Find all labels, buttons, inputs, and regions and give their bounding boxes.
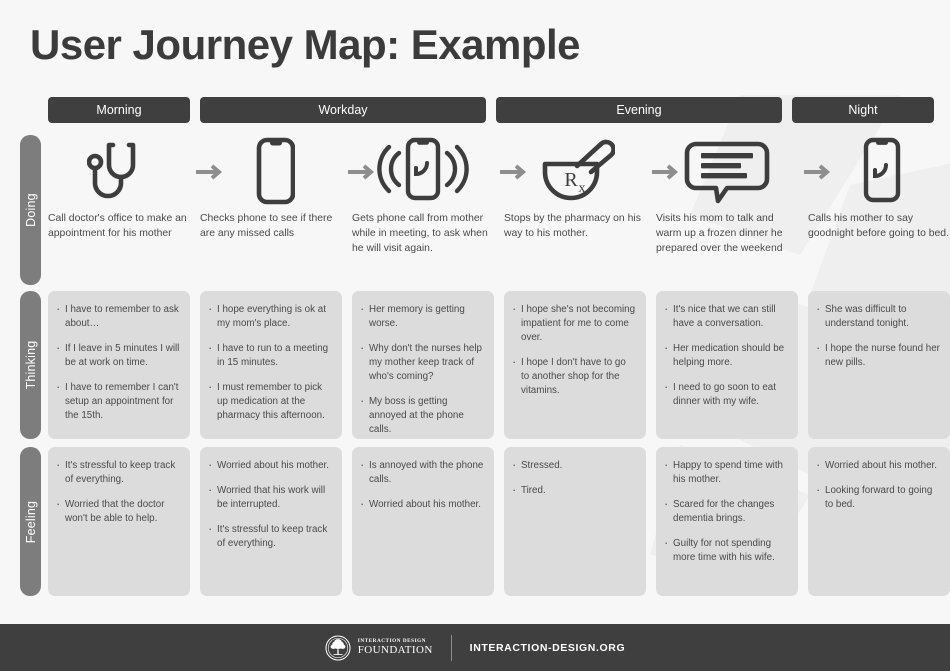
bullet-item: Worried that the doctor won't be able to…: [56, 497, 180, 526]
feeling-card-5: Happy to spend time with his mother. Scar…: [656, 447, 798, 596]
footer-url[interactable]: INTERACTION-DESIGN.ORG: [470, 642, 626, 654]
phase-header-evening[interactable]: Evening: [496, 97, 782, 123]
bullet-item: It's nice that we can still have a conve…: [664, 302, 788, 331]
bullet-item: I must remember to pick up medication at…: [208, 380, 332, 423]
idf-brand-line2: FOUNDATION: [357, 644, 433, 657]
thinking-list-6: She was difficult to understand tonight.…: [816, 302, 940, 370]
speech-bubble-icon: [656, 132, 798, 210]
thinking-list-3: Her memory is getting worse. Why don't th…: [360, 302, 484, 437]
feeling-list-5: Happy to spend time with his mother. Scar…: [664, 458, 788, 565]
doing-row: Call doctor's office to make an appointm…: [48, 132, 949, 284]
doing-text-5: Visits his mom to talk and warm up a fro…: [656, 213, 783, 254]
bullet-item: I hope I don't have to go to another sho…: [512, 355, 636, 398]
bullet-item: Guilty for not spending more time with h…: [664, 536, 788, 565]
footer-content: INTERACTION DESIGN FOUNDATION INTERACTIO…: [325, 634, 626, 661]
journey-map-page: User Journey Map: Example Morning Workda…: [0, 0, 950, 671]
bullet-item: I have to run to a meeting in 15 minutes…: [208, 341, 332, 370]
bullet-item: It's stressful to keep track of everythi…: [208, 522, 332, 551]
row-label-doing: Doing: [20, 135, 41, 285]
bullet-item: I hope she's not becoming impatient for …: [512, 302, 636, 345]
bullet-item: I hope the nurse found her new pills.: [816, 341, 940, 370]
thinking-card-4: I hope she's not becoming impatient for …: [504, 291, 646, 439]
doing-cell-1: Call doctor's office to make an appointm…: [48, 132, 190, 242]
idf-logo[interactable]: INTERACTION DESIGN FOUNDATION: [325, 634, 433, 661]
feeling-list-6: Worried about his mother. Looking forward…: [816, 458, 940, 512]
feeling-list-1: It's stressful to keep track of everythi…: [56, 458, 180, 526]
feeling-row: It's stressful to keep track of everythi…: [48, 447, 950, 596]
doing-text-2: Checks phone to see if there are any mis…: [200, 213, 333, 239]
row-label-thinking: Thinking: [20, 291, 41, 439]
bullet-item: I have to remember to ask about…: [56, 302, 180, 331]
bullet-item: Her medication should be helping more.: [664, 341, 788, 370]
bullet-item: She was difficult to understand tonight.: [816, 302, 940, 331]
page-title: User Journey Map: Example: [30, 21, 581, 68]
thinking-card-5: It's nice that we can still have a conve…: [656, 291, 798, 439]
bullet-item: My boss is getting annoyed at the phone …: [360, 394, 484, 437]
feeling-card-2: Worried about his mother. Worried that hi…: [200, 447, 342, 596]
doing-text-6: Calls his mother to say goodnight before…: [808, 213, 949, 239]
feeling-card-6: Worried about his mother. Looking forward…: [808, 447, 950, 596]
ringing-phone-icon: [352, 132, 494, 210]
phase-header-row: Morning Workday Evening Night: [48, 97, 938, 123]
bullet-item: Happy to spend time with his mother.: [664, 458, 788, 487]
thinking-list-1: I have to remember to ask about… If I lea…: [56, 302, 180, 423]
bullet-item: Tired.: [512, 483, 636, 498]
doing-cell-5: Visits his mom to talk and warm up a fro…: [656, 132, 798, 256]
bullet-item: Is annoyed with the phone calls.: [360, 458, 484, 487]
bullet-item: Her memory is getting worse.: [360, 302, 484, 331]
svg-text:x: x: [579, 181, 586, 196]
thinking-card-2: I hope everything is ok at my mom's plac…: [200, 291, 342, 439]
svg-text:R: R: [564, 169, 578, 191]
bullet-item: Why don't the nurses help my mother keep…: [360, 341, 484, 384]
footer-divider: [450, 634, 452, 661]
feeling-card-3: Is annoyed with the phone calls. Worried …: [352, 447, 494, 596]
footer-bar: INTERACTION DESIGN FOUNDATION INTERACTIO…: [0, 624, 950, 671]
bullet-item: I need to go soon to eat dinner with my …: [664, 380, 788, 409]
doing-cell-3: Gets phone call from mother while in mee…: [352, 132, 494, 256]
thinking-row: I have to remember to ask about… If I lea…: [48, 291, 950, 439]
bullet-item: I have to remember I can't setup an appo…: [56, 380, 180, 423]
phone-call-icon: [808, 132, 950, 210]
phase-header-night[interactable]: Night: [792, 97, 934, 123]
thinking-list-5: It's nice that we can still have a conve…: [664, 302, 788, 409]
row-label-thinking-text: Thinking: [23, 340, 38, 390]
idf-tree-seal-icon: [325, 634, 351, 661]
bullet-item: Worried that his work will be interrupte…: [208, 483, 332, 512]
idf-wordmark: INTERACTION DESIGN FOUNDATION: [357, 638, 433, 657]
bullet-item: Scared for the changes dementia brings.: [664, 497, 788, 526]
phase-header-morning[interactable]: Morning: [48, 97, 190, 123]
mortar-pestle-rx-icon: R x: [504, 132, 646, 210]
doing-text-4: Stops by the pharmacy on his way to his …: [504, 213, 641, 239]
smartphone-icon: [200, 132, 342, 210]
feeling-list-2: Worried about his mother. Worried that hi…: [208, 458, 332, 551]
bullet-item: Worried about his mother.: [360, 497, 484, 512]
row-label-feeling: Feeling: [20, 447, 41, 596]
feeling-list-4: Stressed. Tired.: [512, 458, 636, 498]
bullet-item: I hope everything is ok at my mom's plac…: [208, 302, 332, 331]
row-label-doing-text: Doing: [23, 193, 38, 227]
bullet-item: Worried about his mother.: [208, 458, 332, 473]
doing-cell-4: R x Stops by the pharmacy on his way to …: [504, 132, 646, 242]
bullet-item: It's stressful to keep track of everythi…: [56, 458, 180, 487]
phase-header-workday[interactable]: Workday: [200, 97, 486, 123]
thinking-card-3: Her memory is getting worse. Why don't th…: [352, 291, 494, 439]
bullet-item: Looking forward to going to bed.: [816, 483, 940, 512]
feeling-card-4: Stressed. Tired.: [504, 447, 646, 596]
doing-text-1: Call doctor's office to make an appointm…: [48, 213, 187, 239]
stethoscope-icon: [48, 132, 190, 210]
bullet-item: If I leave in 5 minutes I will be at wor…: [56, 341, 180, 370]
thinking-card-6: She was difficult to understand tonight.…: [808, 291, 950, 439]
feeling-list-3: Is annoyed with the phone calls. Worried …: [360, 458, 484, 512]
doing-cell-6: Calls his mother to say goodnight before…: [808, 132, 950, 242]
bullet-item: Stressed.: [512, 458, 636, 473]
doing-cell-2: Checks phone to see if there are any mis…: [200, 132, 342, 242]
thinking-card-1: I have to remember to ask about… If I lea…: [48, 291, 190, 439]
thinking-list-2: I hope everything is ok at my mom's plac…: [208, 302, 332, 423]
feeling-card-1: It's stressful to keep track of everythi…: [48, 447, 190, 596]
thinking-list-4: I hope she's not becoming impatient for …: [512, 302, 636, 398]
doing-text-3: Gets phone call from mother while in mee…: [352, 213, 488, 254]
row-label-feeling-text: Feeling: [23, 500, 38, 543]
bullet-item: Worried about his mother.: [816, 458, 940, 473]
